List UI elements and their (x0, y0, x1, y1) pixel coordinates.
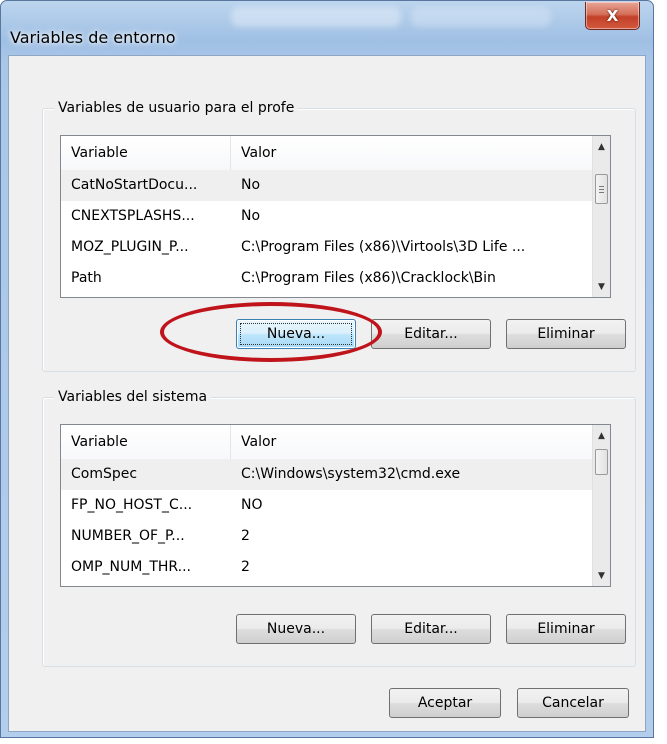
cancel-button[interactable]: Cancelar (517, 688, 629, 718)
row-value: 2 (241, 559, 250, 575)
system-variables-list[interactable]: Variable Valor ComSpec C:\Windows\system… (60, 424, 611, 587)
row-variable: OMP_NUM_THR... (71, 559, 191, 575)
list-row[interactable]: NUMBER_OF_P... 2 (61, 521, 592, 552)
scroll-up-icon[interactable]: ▲ (593, 138, 610, 155)
list-row[interactable]: CatNoStartDocu... No (61, 170, 592, 201)
column-header-variable[interactable]: Variable (61, 425, 231, 459)
user-edit-button-label: Editar... (404, 326, 458, 342)
system-new-button-label: Nueva... (266, 621, 326, 637)
system-edit-button-label: Editar... (404, 621, 458, 637)
vertical-scrollbar[interactable]: ▲ ▼ (592, 136, 610, 297)
environment-variables-window: Variables de entorno X Variables de usua… (0, 0, 654, 738)
titlebar-reflection (411, 7, 551, 27)
user-new-button[interactable]: Nueva... (236, 319, 356, 349)
system-variables-group-title: Variables del sistema (54, 387, 212, 407)
vertical-scrollbar[interactable]: ▲ ▼ (592, 425, 610, 586)
close-icon: X (606, 6, 619, 25)
ok-button[interactable]: Aceptar (389, 688, 501, 718)
ok-button-label: Aceptar (417, 695, 473, 711)
row-value: NO (241, 497, 263, 513)
column-header-variable[interactable]: Variable (61, 136, 231, 170)
column-header-value[interactable]: Valor (231, 425, 610, 459)
user-variables-group-title: Variables de usuario para el profe (54, 98, 299, 118)
list-rows: CatNoStartDocu... No CNEXTSPLASHS... No … (61, 170, 592, 294)
row-value: C:\Program Files (x86)\Virtools\3D Life … (241, 239, 526, 255)
close-button[interactable]: X (585, 2, 640, 30)
scroll-down-icon[interactable]: ▼ (593, 278, 610, 295)
focus-rectangle (240, 323, 352, 345)
list-row[interactable]: Path C:\Program Files (x86)\Cracklock\Bi… (61, 263, 592, 294)
row-value: C:\Windows\system32\cmd.exe (241, 466, 461, 482)
row-value: C:\Program Files (x86)\Cracklock\Bin (241, 270, 496, 286)
row-variable: CatNoStartDocu... (71, 177, 198, 193)
system-new-button[interactable]: Nueva... (236, 614, 356, 644)
list-row[interactable]: CNEXTSPLASHS... No (61, 201, 592, 232)
row-value: No (241, 177, 261, 193)
scroll-down-icon[interactable]: ▼ (593, 567, 610, 584)
row-variable: MOZ_PLUGIN_P... (71, 239, 189, 255)
row-variable: CNEXTSPLASHS... (71, 208, 195, 224)
user-edit-button[interactable]: Editar... (371, 319, 491, 349)
dialog-client-area: Variables de usuario para el profe Varia… (8, 55, 646, 732)
scroll-up-icon[interactable]: ▲ (593, 427, 610, 444)
user-delete-button-label: Eliminar (537, 326, 595, 342)
scrollbar-thumb[interactable] (595, 174, 608, 204)
cancel-button-label: Cancelar (542, 695, 604, 711)
row-variable: FP_NO_HOST_C... (71, 497, 193, 513)
user-variables-list[interactable]: Variable Valor CatNoStartDocu... No CNEX… (60, 135, 611, 298)
row-variable: Path (71, 270, 102, 286)
user-variables-group: Variables de usuario para el profe Varia… (42, 98, 636, 372)
list-row[interactable]: MOZ_PLUGIN_P... C:\Program Files (x86)\V… (61, 232, 592, 263)
row-value: 2 (241, 528, 250, 544)
list-row[interactable]: FP_NO_HOST_C... NO (61, 490, 592, 521)
user-delete-button[interactable]: Eliminar (506, 319, 626, 349)
list-row[interactable]: OMP_NUM_THR... 2 (61, 552, 592, 583)
list-header: Variable Valor (61, 425, 592, 460)
list-header: Variable Valor (61, 136, 592, 171)
column-header-value[interactable]: Valor (231, 136, 610, 170)
scrollbar-thumb[interactable] (595, 449, 608, 475)
list-row[interactable]: ComSpec C:\Windows\system32\cmd.exe (61, 459, 592, 490)
system-variables-group: Variables del sistema Variable Valor Com… (42, 387, 636, 667)
titlebar-reflection (231, 7, 401, 27)
system-delete-button[interactable]: Eliminar (506, 614, 626, 644)
list-rows: ComSpec C:\Windows\system32\cmd.exe FP_N… (61, 459, 592, 583)
row-variable: NUMBER_OF_P... (71, 528, 185, 544)
window-title: Variables de entorno (10, 28, 176, 47)
system-edit-button[interactable]: Editar... (371, 614, 491, 644)
row-variable: ComSpec (71, 466, 138, 482)
row-value: No (241, 208, 261, 224)
system-delete-button-label: Eliminar (537, 621, 595, 637)
